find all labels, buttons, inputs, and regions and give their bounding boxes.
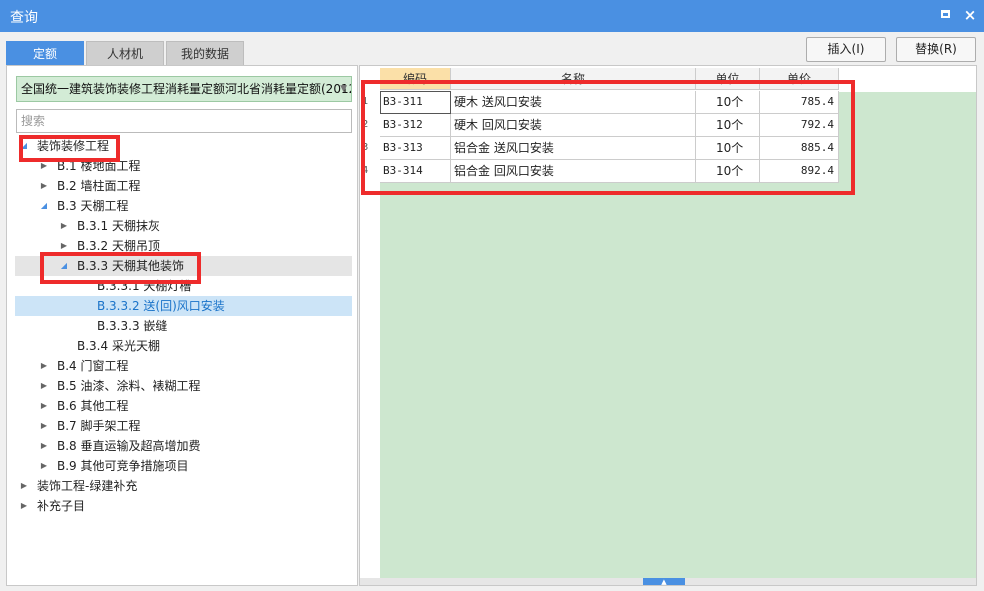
tab-labor-material[interactable]: 人材机	[86, 41, 164, 65]
tree-item[interactable]: ▶ 装饰工程-绿建补充	[15, 476, 352, 496]
tree-item[interactable]: B.3.3.3 嵌缝	[15, 316, 352, 336]
tree-item-label: B.4 门窗工程	[57, 359, 129, 373]
quota-library-value: 全国统一建筑装饰装修工程消耗量定额河北省消耗量定额(2012)	[21, 82, 352, 96]
tree-item-label: B.3.4 采光天棚	[77, 339, 160, 353]
caret-right-icon[interactable]: ▶	[59, 216, 69, 236]
tree-item-label: 补充子目	[37, 499, 86, 513]
tree-item[interactable]: B.3.3.2 送(回)风口安装	[15, 296, 352, 316]
tree-item-label: B.6 其他工程	[57, 399, 129, 413]
caret-right-icon[interactable]: ▶	[19, 496, 29, 516]
tab-my-data[interactable]: 我的数据	[166, 41, 244, 65]
close-button[interactable]: ×	[961, 6, 979, 24]
tree-item[interactable]: ▶ B.6 其他工程	[15, 396, 352, 416]
tree-item-label: B.3.3.2 送(回)风口安装	[97, 299, 225, 313]
chevron-down-icon: ▼	[340, 84, 347, 94]
tree-item[interactable]: ▶ B.3.1 天棚抹灰	[15, 216, 352, 236]
highlight-box	[19, 135, 120, 162]
caret-right-icon[interactable]: ▶	[39, 356, 49, 376]
search-input[interactable]	[16, 109, 352, 133]
tree-item[interactable]: B.3.4 采光天棚	[15, 336, 352, 356]
caret-right-icon[interactable]: ▶	[39, 176, 49, 196]
caret-right-icon[interactable]: ▶	[39, 436, 49, 456]
tree-item-label: B.9 其他可竞争措施项目	[57, 459, 189, 473]
tree-item[interactable]: ▶ B.4 门窗工程	[15, 356, 352, 376]
tree-item-label: 装饰工程-绿建补充	[37, 479, 138, 493]
tree-item[interactable]: ▶ B.9 其他可竞争措施项目	[15, 456, 352, 476]
tree-item-label: B.5 油漆、涂料、裱糊工程	[57, 379, 201, 393]
insert-button[interactable]: 插入(I)	[806, 37, 886, 62]
quota-library-select[interactable]: 全国统一建筑装饰装修工程消耗量定额河北省消耗量定额(2012) ▼	[16, 76, 352, 102]
tree-item[interactable]: ▶ 补充子目	[15, 496, 352, 516]
tree-item-label: B.2 墙柱面工程	[57, 179, 141, 193]
tree-item-label: B.7 脚手架工程	[57, 419, 141, 433]
maximize-button[interactable]	[936, 6, 954, 24]
caret-right-icon[interactable]: ▶	[39, 456, 49, 476]
tree-item[interactable]: ▶ B.2 墙柱面工程	[15, 176, 352, 196]
tree-item[interactable]: ◢ B.3 天棚工程	[15, 196, 352, 216]
maximize-icon	[940, 10, 950, 18]
tree-item[interactable]: ▶ B.7 脚手架工程	[15, 416, 352, 436]
highlight-box	[40, 252, 201, 284]
tree-item-label: B.8 垂直运输及超高增加费	[57, 439, 201, 453]
tree-item-label: B.3.3.3 嵌缝	[97, 319, 168, 333]
caret-right-icon[interactable]: ▶	[39, 396, 49, 416]
tree-item[interactable]: ▶ B.8 垂直运输及超高增加费	[15, 436, 352, 456]
replace-button[interactable]: 替换(R)	[896, 37, 976, 62]
tab-quota[interactable]: 定额	[6, 41, 84, 65]
tree-item[interactable]: ▶ B.5 油漆、涂料、裱糊工程	[15, 376, 352, 396]
caret-right-icon[interactable]: ▶	[39, 376, 49, 396]
caret-down-icon[interactable]: ◢	[39, 196, 49, 216]
highlight-box	[361, 80, 855, 195]
horizontal-scrollbar[interactable]: ▲	[360, 578, 976, 585]
tree-item-label: B.3 天棚工程	[57, 199, 129, 213]
caret-right-icon[interactable]: ▶	[19, 476, 29, 496]
caret-right-icon[interactable]: ▶	[39, 416, 49, 436]
title-bar: 查询 ×	[0, 0, 984, 32]
chevron-up-icon[interactable]: ▲	[643, 578, 685, 585]
tree-item-label: B.3.1 天棚抹灰	[77, 219, 160, 233]
window-title: 查询	[10, 10, 38, 26]
